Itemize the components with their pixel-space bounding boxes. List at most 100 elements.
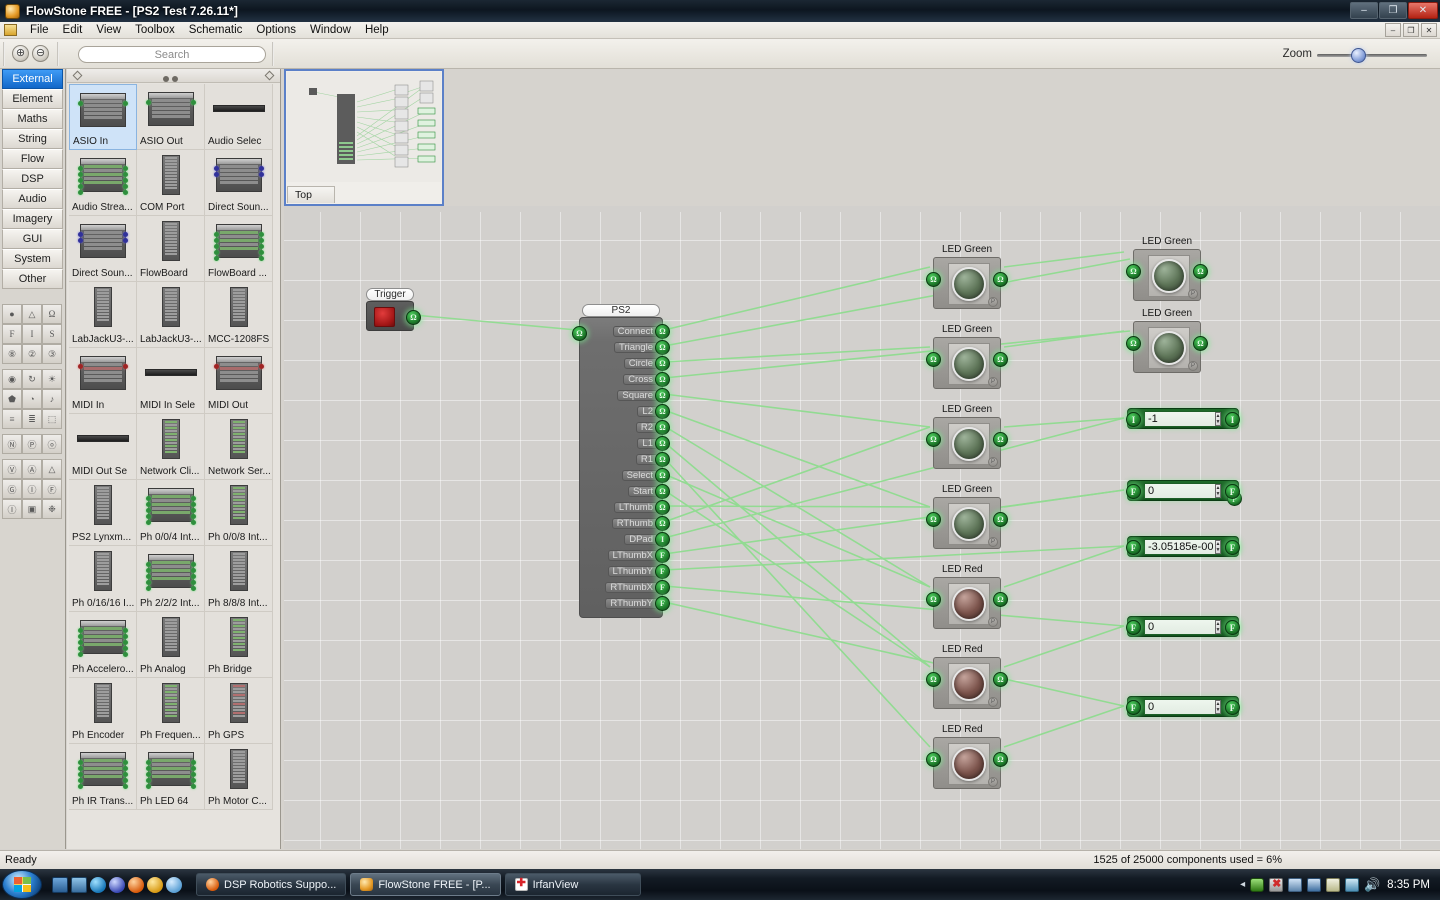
- quick-launch-bar[interactable]: [52, 877, 182, 893]
- zoom-slider-track[interactable]: [1317, 54, 1427, 57]
- led-out-port[interactable]: Ω: [1193, 264, 1208, 279]
- ps2-out-port[interactable]: Ω: [655, 324, 670, 339]
- toolbox-item[interactable]: FlowBoard ...: [205, 216, 273, 282]
- value-box-in-port[interactable]: F: [1126, 620, 1141, 635]
- node-led[interactable]: LED GreenΩΩP: [1133, 321, 1201, 373]
- menu-item-schematic[interactable]: Schematic: [182, 23, 250, 37]
- led-property-icon[interactable]: P: [988, 617, 998, 627]
- led-property-icon[interactable]: P: [988, 297, 998, 307]
- palette-tool-icon[interactable]: Ⓝ: [2, 434, 22, 454]
- toolbox-item[interactable]: MCC-1208FS: [205, 282, 273, 348]
- doc-minimize-button[interactable]: –: [1385, 23, 1401, 37]
- ps2-out-port[interactable]: Ω: [655, 372, 670, 387]
- led-out-port[interactable]: Ω: [993, 752, 1008, 767]
- window-controls[interactable]: – ❐ ✕: [1350, 2, 1438, 19]
- toolbox-item[interactable]: Network Ser...: [205, 414, 273, 480]
- ps2-body[interactable]: Ω ConnectΩTriangleΩCircleΩCrossΩSquareΩL…: [579, 317, 663, 618]
- tray-expand-icon[interactable]: ◂: [1240, 879, 1245, 890]
- switch-windows-icon[interactable]: [71, 877, 87, 893]
- toolbox-item[interactable]: Ph Analog: [137, 612, 205, 678]
- led-out-port[interactable]: Ω: [1193, 336, 1208, 351]
- node-led[interactable]: LED RedΩΩP: [933, 657, 1001, 709]
- palette-tool-icon[interactable]: ⬟: [2, 389, 22, 409]
- start-button[interactable]: [2, 870, 42, 899]
- palette-tool-icon[interactable]: Ⓖ: [2, 479, 22, 499]
- value-box-in-port[interactable]: F: [1126, 484, 1141, 499]
- palette-tool-icon[interactable]: ◉: [2, 369, 22, 389]
- palette-tool-icon[interactable]: Ω: [42, 304, 62, 324]
- display-icon[interactable]: [1288, 878, 1302, 892]
- value-box-field[interactable]: -3.05185e-00: [1144, 539, 1222, 555]
- taskbar-buttons[interactable]: DSP Robotics Suppo... FlowStone FREE - […: [196, 873, 641, 896]
- toolbox-item[interactable]: PS2 Lynxm...: [69, 480, 137, 546]
- menu-item-window[interactable]: Window: [303, 23, 358, 37]
- value-box-stepper[interactable]: ▲▼: [1215, 620, 1221, 634]
- value-box-out-port[interactable]: F: [1225, 540, 1240, 555]
- toolbox-item[interactable]: Ph 0/0/8 Int...: [205, 480, 273, 546]
- led-out-port[interactable]: Ω: [993, 672, 1008, 687]
- palette-tool-icon[interactable]: ≡: [2, 409, 22, 429]
- led-property-icon[interactable]: P: [988, 377, 998, 387]
- menu-item-edit[interactable]: Edit: [56, 23, 90, 37]
- led-out-port[interactable]: Ω: [993, 272, 1008, 287]
- palette-tool-icon[interactable]: ⑧: [2, 344, 22, 364]
- toolbox-item[interactable]: MIDI Out: [205, 348, 273, 414]
- toolbox-item[interactable]: Ph IR Trans...: [69, 744, 137, 810]
- taskbar-item-flowstone[interactable]: FlowStone FREE - [P...: [350, 873, 500, 896]
- led-out-port[interactable]: Ω: [993, 512, 1008, 527]
- action-center-icon[interactable]: [1307, 878, 1321, 892]
- toolbox-handle[interactable]: [67, 69, 280, 83]
- internet-explorer-icon[interactable]: [90, 877, 106, 893]
- palette-tool-icon[interactable]: ≣: [22, 409, 42, 429]
- navigator-panel[interactable]: Top: [284, 69, 444, 206]
- ps2-out-port[interactable]: Ω: [655, 340, 670, 355]
- menu-item-help[interactable]: Help: [358, 23, 396, 37]
- led-in-port[interactable]: Ω: [926, 672, 941, 687]
- network-icon[interactable]: ✖: [1269, 878, 1283, 892]
- ps2-out-port[interactable]: Ω: [655, 420, 670, 435]
- category-element[interactable]: Element: [2, 89, 63, 109]
- close-button[interactable]: ✕: [1408, 2, 1438, 19]
- value-box-stepper[interactable]: ▲▼: [1215, 700, 1221, 714]
- palette-tool-icon[interactable]: ③: [42, 344, 62, 364]
- ps2-out-port[interactable]: Ω: [655, 452, 670, 467]
- ps2-out-port[interactable]: Ω: [655, 356, 670, 371]
- led-in-port[interactable]: Ω: [926, 592, 941, 607]
- toolbox-item[interactable]: Ph Motor C...: [205, 744, 273, 810]
- value-box-field[interactable]: 0: [1144, 699, 1222, 715]
- toolbox-item[interactable]: ASIO Out: [137, 84, 205, 150]
- palette-tool-icon[interactable]: ☀: [42, 369, 62, 389]
- node-led[interactable]: LED GreenΩΩP: [933, 417, 1001, 469]
- doc-close-button[interactable]: ✕: [1421, 23, 1437, 37]
- node-led[interactable]: LED GreenΩΩP: [933, 257, 1001, 309]
- ps2-out-port[interactable]: Ω: [655, 388, 670, 403]
- ps2-out-port[interactable]: Ω: [655, 468, 670, 483]
- clipboard-icon[interactable]: [1326, 878, 1340, 892]
- ps2-out-port[interactable]: Ω: [655, 500, 670, 515]
- value-box[interactable]: F-3.05185e-00▲▼F: [1127, 536, 1239, 557]
- led-in-port[interactable]: Ω: [926, 512, 941, 527]
- palette-tool-icon[interactable]: ❉: [42, 499, 62, 519]
- value-box-out-port[interactable]: I: [1225, 412, 1240, 427]
- palette-tool-icon[interactable]: S: [42, 324, 62, 344]
- led-property-icon[interactable]: P: [988, 537, 998, 547]
- palette-tool-icon[interactable]: Ⓥ: [2, 459, 22, 479]
- palette-tool-icon[interactable]: I: [22, 324, 42, 344]
- toolbox-item[interactable]: LabJackU3-...: [137, 282, 205, 348]
- trigger-button[interactable]: [374, 307, 395, 327]
- palette-tool-icon[interactable]: Ⓘ: [22, 479, 42, 499]
- schematic-canvas[interactable]: Trigger Ω PS2 Ω ConnectΩTriangleΩCircleΩ…: [284, 212, 1440, 849]
- led-in-port[interactable]: Ω: [1126, 264, 1141, 279]
- value-box-out-port[interactable]: F: [1225, 700, 1240, 715]
- toolbox-item[interactable]: MIDI In Sele: [137, 348, 205, 414]
- node-led[interactable]: LED GreenΩΩP: [1133, 249, 1201, 301]
- ps2-out-port[interactable]: Ω: [655, 484, 670, 499]
- pin-left-icon[interactable]: [73, 71, 83, 81]
- ps2-in-port[interactable]: Ω: [572, 326, 587, 341]
- category-flow[interactable]: Flow: [2, 149, 63, 169]
- value-box-stepper[interactable]: ▲▼: [1215, 484, 1221, 498]
- led-in-port[interactable]: Ω: [926, 352, 941, 367]
- palette-tool-icon[interactable]: ◔: [22, 389, 42, 409]
- toolbox-item[interactable]: Ph Frequen...: [137, 678, 205, 744]
- toolbox-item[interactable]: Ph 0/0/4 Int...: [137, 480, 205, 546]
